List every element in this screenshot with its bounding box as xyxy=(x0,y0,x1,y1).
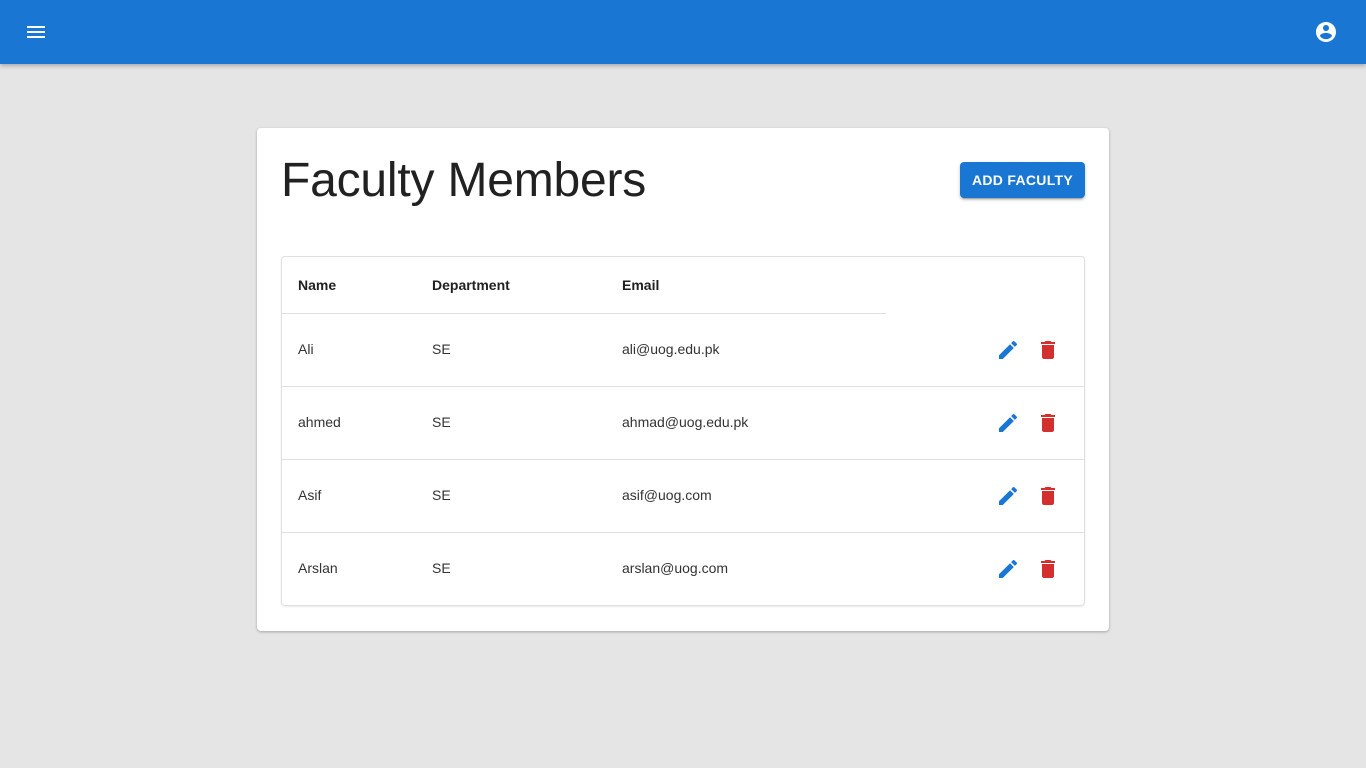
trash-icon xyxy=(1041,414,1055,432)
column-header-email[interactable]: Email xyxy=(622,277,659,293)
column-header-name[interactable]: Name xyxy=(298,277,336,293)
column-header-department[interactable]: Department xyxy=(432,277,510,293)
menu-icon xyxy=(27,26,45,38)
pencil-icon xyxy=(999,340,1018,359)
edit-button[interactable] xyxy=(994,409,1022,437)
delete-button[interactable] xyxy=(1034,482,1062,510)
cell-name: Ali xyxy=(298,341,314,357)
pencil-icon xyxy=(999,486,1018,505)
edit-button[interactable] xyxy=(994,336,1022,364)
cell-name: Asif xyxy=(298,487,322,503)
trash-icon xyxy=(1041,487,1055,505)
delete-button[interactable] xyxy=(1034,336,1062,364)
edit-button[interactable] xyxy=(994,555,1022,583)
cell-email: arslan@uog.com xyxy=(622,560,729,576)
account-circle-icon xyxy=(1316,22,1336,42)
cell-name: Arslan xyxy=(298,560,338,576)
cell-department: SE xyxy=(432,341,451,357)
app-bar xyxy=(0,0,1366,64)
table-header: Name Department Email xyxy=(282,257,886,314)
cell-department: SE xyxy=(432,560,451,576)
table-row: Ali SE ali@uog.edu.pk xyxy=(282,314,1084,387)
cell-department: SE xyxy=(432,487,451,503)
edit-button[interactable] xyxy=(994,482,1022,510)
cell-department: SE xyxy=(432,414,451,430)
faculty-table: Name Department Email Ali SE ali@uog.edu… xyxy=(281,256,1085,606)
table-row: Asif SE asif@uog.com xyxy=(282,460,1084,533)
trash-icon xyxy=(1041,560,1055,578)
delete-button[interactable] xyxy=(1034,555,1062,583)
faculty-card: Faculty Members ADD FACULTY Name Departm… xyxy=(257,128,1109,631)
account-button[interactable] xyxy=(1306,12,1346,52)
cell-email: ali@uog.edu.pk xyxy=(622,341,720,357)
cell-email: asif@uog.com xyxy=(622,487,712,503)
pencil-icon xyxy=(999,559,1018,578)
add-faculty-button[interactable]: ADD FACULTY xyxy=(960,162,1085,198)
cell-name: ahmed xyxy=(298,414,341,430)
menu-button[interactable] xyxy=(16,12,56,52)
trash-icon xyxy=(1041,341,1055,359)
cell-email: ahmad@uog.edu.pk xyxy=(622,414,749,430)
page-title: Faculty Members xyxy=(281,154,647,207)
table-row: ahmed SE ahmad@uog.edu.pk xyxy=(282,387,1084,460)
delete-button[interactable] xyxy=(1034,409,1062,437)
pencil-icon xyxy=(999,413,1018,432)
table-row: Arslan SE arslan@uog.com xyxy=(282,533,1084,606)
